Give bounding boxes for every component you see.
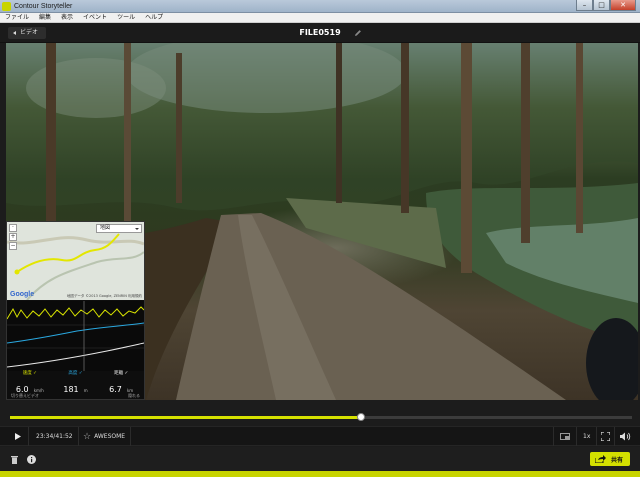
info-icon	[27, 455, 36, 464]
share-icon	[595, 455, 606, 463]
telemetry-overlay: · + − 地図 Google 地図データ ©2013 Google, ZENR…	[6, 221, 145, 400]
map-zoom-in-button[interactable]: +	[9, 233, 17, 241]
share-button[interactable]: 共有	[590, 452, 630, 466]
overlay-toggle-button[interactable]	[560, 427, 570, 446]
divider	[596, 427, 597, 446]
menu-view[interactable]: 表示	[56, 13, 78, 22]
app-header: ビデオ FILE0519	[0, 23, 640, 43]
transport-controls: 23:34/41:52 ☆ AWESOME 1x	[0, 426, 640, 446]
distance-line	[6, 342, 145, 368]
timeline-handle[interactable]	[357, 413, 366, 421]
divider	[130, 427, 131, 446]
trash-icon	[11, 456, 18, 464]
speaker-icon	[620, 432, 631, 441]
menu-help[interactable]: ヘルプ	[140, 13, 168, 22]
map-type-label: 地図	[100, 225, 111, 231]
divider	[78, 427, 79, 446]
play-button[interactable]	[10, 427, 26, 446]
delete-button[interactable]	[11, 450, 18, 469]
window-controls: – □ ✕	[576, 0, 636, 12]
altitude-line	[6, 322, 145, 344]
divider	[28, 427, 29, 446]
telemetry-graph[interactable]	[6, 301, 145, 371]
info-button[interactable]	[27, 450, 36, 469]
speed-line	[6, 306, 145, 320]
menu-edit[interactable]: 編集	[34, 13, 56, 22]
gps-map[interactable]: · + − 地図 Google 地図データ ©2013 Google, ZENR…	[7, 222, 144, 300]
share-label: 共有	[610, 456, 623, 464]
awesome-tag-button[interactable]: ☆ AWESOME	[83, 427, 125, 446]
menu-tools[interactable]: ツール	[112, 13, 140, 22]
title-bar: Contour Storyteller – □ ✕	[0, 0, 640, 13]
divider	[576, 427, 577, 446]
bottom-accent-bar	[0, 471, 640, 477]
overlay-icon	[560, 433, 570, 440]
fullscreen-icon	[601, 432, 610, 441]
google-logo: Google	[10, 291, 35, 298]
app-window: Contour Storyteller – □ ✕ ファイル 編集 表示 イベン…	[0, 0, 640, 477]
back-to-videos-button[interactable]: ビデオ	[8, 27, 47, 39]
close-button[interactable]: ✕	[610, 0, 636, 11]
fullscreen-button[interactable]	[601, 427, 610, 446]
star-icon: ☆	[83, 431, 92, 442]
minimize-icon: –	[582, 1, 587, 9]
menu-event[interactable]: イベント	[78, 13, 112, 22]
file-title: FILE0519	[299, 28, 341, 37]
chevron-down-icon	[135, 228, 139, 230]
timeline	[0, 400, 640, 426]
map-canvas	[7, 233, 144, 300]
awesome-tag-label: AWESOME	[94, 433, 126, 440]
hide-overlay-link[interactable]: 隠れる	[128, 393, 140, 399]
play-icon	[15, 433, 21, 440]
window-title: Contour Storyteller	[14, 3, 73, 10]
bottom-bar: 共有	[0, 447, 640, 471]
divider	[553, 427, 554, 446]
map-type-select[interactable]: 地図	[96, 224, 142, 233]
menu-file[interactable]: ファイル	[0, 13, 34, 22]
telemetry-graph-canvas	[6, 301, 145, 371]
overlay-footer: 切り替えビデオ 隠れる	[7, 393, 144, 399]
pencil-icon[interactable]	[354, 29, 362, 37]
maximize-icon: □	[598, 1, 605, 9]
close-icon: ✕	[620, 1, 626, 9]
time-display: 23:34/41:52	[36, 433, 73, 440]
timeline-progress	[10, 416, 362, 419]
menu-bar: ファイル 編集 表示 イベント ツール ヘルプ	[0, 13, 640, 23]
divider	[614, 427, 615, 446]
app-icon	[2, 2, 11, 11]
map-credit: 地図データ ©2013 Google, ZENRIN 利用規約	[66, 294, 142, 298]
maximize-button[interactable]: □	[593, 0, 610, 11]
map-zoom-controls: · + −	[9, 224, 17, 250]
volume-button[interactable]	[620, 427, 631, 446]
switch-video-link[interactable]: 切り替えビデオ	[11, 393, 39, 398]
map-zoom-out-button[interactable]: −	[9, 242, 17, 250]
minimize-button[interactable]: –	[576, 0, 593, 11]
timeline-track[interactable]	[10, 413, 632, 421]
map-pan-button[interactable]: ·	[9, 224, 17, 232]
playback-speed-button[interactable]: 1x	[583, 427, 590, 446]
